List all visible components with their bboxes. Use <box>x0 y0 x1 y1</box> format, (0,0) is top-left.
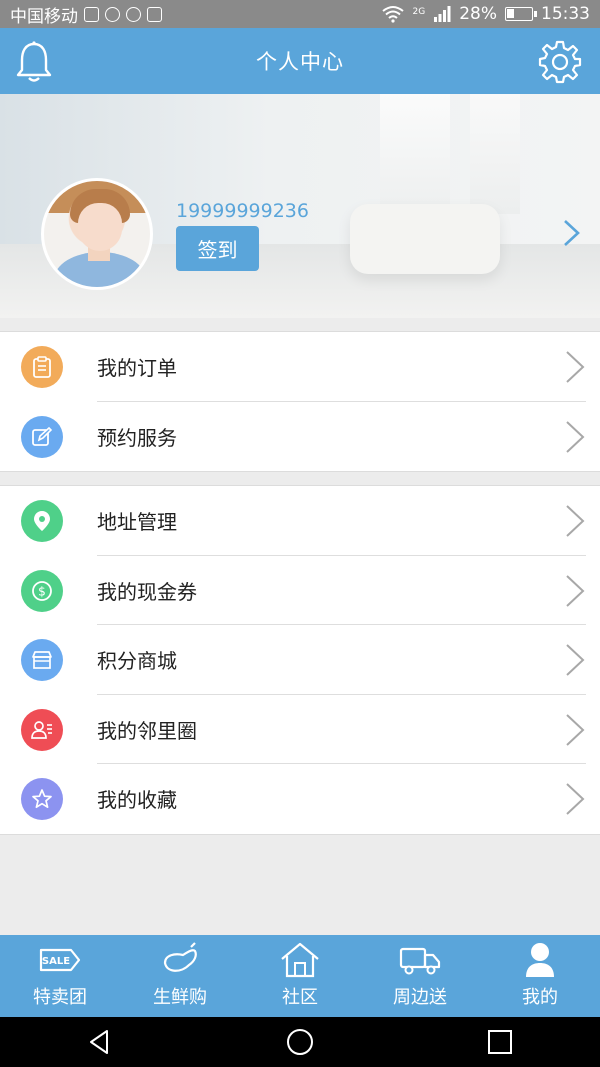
clock: 15:33 <box>541 4 590 24</box>
bell-icon[interactable] <box>14 40 54 84</box>
app-notification-icon <box>105 6 120 22</box>
menu-item-label: 我的收藏 <box>97 788 177 813</box>
tab-community[interactable]: 社区 <box>240 935 360 1017</box>
menu-item-label: 预约服务 <box>97 425 177 450</box>
carrier-name: 中国移动 <box>10 6 78 27</box>
network-type: 2G <box>412 7 426 17</box>
svg-text:SALE: SALE <box>42 956 70 967</box>
profile-banner[interactable]: 19999999236 签到 <box>0 94 600 318</box>
menu-item-label: 我的现金券 <box>97 579 197 604</box>
checkin-button[interactable]: 签到 <box>176 226 259 271</box>
recents-icon[interactable] <box>485 1027 515 1057</box>
tab-label: 特卖团 <box>33 987 87 1008</box>
tab-label: 社区 <box>282 987 318 1008</box>
menu-item-points-mall[interactable]: 积分商城 <box>0 625 600 695</box>
image-notification-icon <box>84 6 99 22</box>
avatar[interactable] <box>41 178 153 290</box>
shield-notification-icon <box>126 6 141 22</box>
contacts-icon <box>21 708 63 751</box>
dollar-coin-icon: $ <box>21 569 63 612</box>
user-phone-number: 19999999236 <box>176 200 309 222</box>
svg-text:$: $ <box>38 584 46 598</box>
menu-item-appointment[interactable]: 预约服务 <box>0 402 600 472</box>
chevron-right-icon <box>566 713 585 746</box>
tab-label: 周边送 <box>393 987 447 1008</box>
chevron-right-icon[interactable] <box>560 218 584 248</box>
tab-label: 生鲜购 <box>153 987 207 1008</box>
battery-percent: 28% <box>459 4 497 24</box>
menu-item-label: 地址管理 <box>97 510 177 535</box>
person-icon <box>526 943 554 977</box>
chevron-right-icon <box>566 783 585 815</box>
menu-item-favorites[interactable]: 我的收藏 <box>0 764 600 834</box>
chevron-right-icon <box>566 505 585 537</box>
sale-tag-icon: SALE <box>39 948 81 972</box>
keyboard-notification-icon <box>147 6 162 22</box>
chevron-right-icon <box>566 420 585 453</box>
system-nav-bar <box>0 1017 600 1067</box>
clipboard-icon <box>21 346 63 388</box>
tab-fresh[interactable]: 生鲜购 <box>120 935 240 1017</box>
battery-icon <box>505 7 537 21</box>
tab-mine[interactable]: 我的 <box>480 935 600 1017</box>
menu-group-orders: 我的订单 预约服务 <box>0 331 600 472</box>
home-icon[interactable] <box>285 1027 315 1057</box>
menu-item-label: 积分商城 <box>97 649 177 674</box>
top-app-bar: 个人中心 <box>0 28 600 94</box>
edit-icon <box>21 415 63 458</box>
menu-item-orders[interactable]: 我的订单 <box>0 332 600 402</box>
truck-icon <box>399 947 441 975</box>
chevron-right-icon <box>566 574 585 607</box>
menu-item-cash-coupons[interactable]: $ 我的现金券 <box>0 556 600 625</box>
bottom-tab-bar: SALE 特卖团 生鲜购 社区 周边送 我的 <box>0 935 600 1017</box>
signal-icon <box>434 6 451 22</box>
menu-group-services: 地址管理 $ 我的现金券 积分商城 我的邻里圈 我的收藏 <box>0 485 600 835</box>
location-pin-icon <box>21 500 63 542</box>
house-icon <box>281 942 319 978</box>
menu-item-label: 我的订单 <box>97 356 177 381</box>
tab-sale[interactable]: SALE 特卖团 <box>0 935 120 1017</box>
status-bar: 中国移动 2G 28% 15:33 <box>0 0 600 28</box>
tab-label: 我的 <box>522 987 558 1008</box>
store-icon <box>21 639 63 681</box>
gear-icon[interactable] <box>538 40 582 84</box>
tab-delivery[interactable]: 周边送 <box>360 935 480 1017</box>
wifi-icon <box>381 6 404 23</box>
chevron-right-icon <box>566 644 585 676</box>
page-title: 个人中心 <box>256 50 344 74</box>
back-icon[interactable] <box>85 1027 115 1057</box>
menu-item-label: 我的邻里圈 <box>97 718 197 743</box>
menu-item-address[interactable]: 地址管理 <box>0 486 600 556</box>
eggplant-icon <box>163 942 197 972</box>
star-icon <box>21 778 63 820</box>
chevron-right-icon <box>566 351 585 383</box>
menu-item-neighborhood[interactable]: 我的邻里圈 <box>0 695 600 764</box>
